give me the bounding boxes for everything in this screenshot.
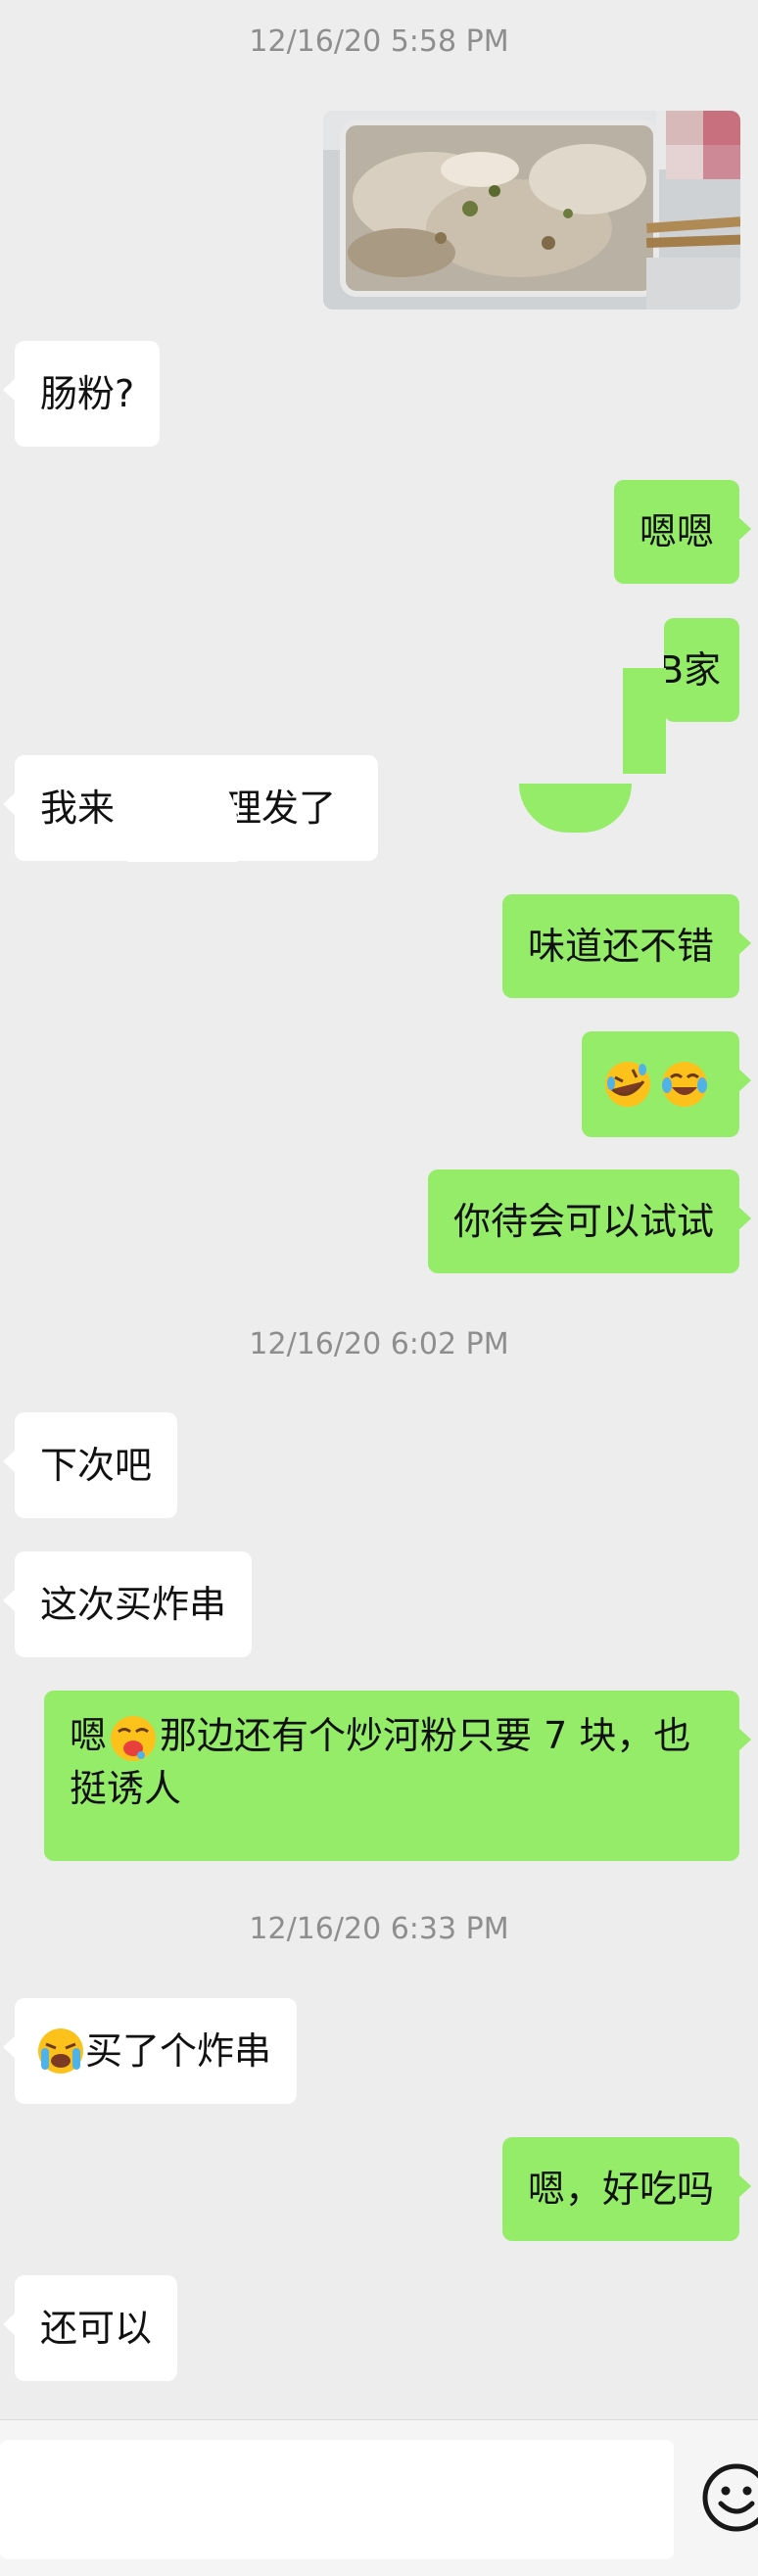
photo-message-food[interactable] [323, 111, 740, 310]
message-text-part: 理发了 [224, 787, 337, 830]
outgoing-message[interactable]: 嗯 那边还有个炒河粉只要 7 块，也挺诱人 [44, 1691, 751, 1861]
censor-mark [623, 668, 666, 774]
emoji-keyboard-icon[interactable] [701, 2462, 758, 2533]
censor-mark [519, 784, 632, 833]
outgoing-message[interactable]: 你待会可以试试 [427, 1169, 752, 1273]
incoming-message[interactable]: 这次买炸串 [2, 1551, 253, 1657]
incoming-message[interactable]: 还可以 [2, 2275, 178, 2381]
drooling-face-emoji [111, 1715, 157, 1761]
tears-of-joy-emoji [662, 1061, 707, 1107]
timestamp: 12/16/20 5:58 PM [249, 24, 509, 59]
rolling-on-floor-laughing-emoji [605, 1061, 650, 1107]
outgoing-message[interactable]: B家 [664, 618, 739, 722]
loudly-crying-emoji [38, 2027, 83, 2074]
timestamp: 12/16/20 6:02 PM [249, 1327, 509, 1361]
message-text-part: 那边还有个炒河粉只要 7 块，也挺诱人 [70, 1714, 691, 1810]
message-input[interactable] [0, 2440, 674, 2559]
outgoing-message[interactable]: 嗯，好吃吗 [501, 2137, 752, 2241]
message-text-part: 我来 [40, 787, 116, 830]
pixelated-area [666, 111, 740, 179]
incoming-message[interactable]: 下次吧 [2, 1412, 178, 1518]
input-bar [0, 2419, 758, 2576]
message-text-part: 买了个炸串 [85, 2029, 272, 2073]
incoming-message[interactable]: 肠粉? [2, 341, 161, 447]
timestamp: 12/16/20 6:33 PM [249, 1912, 509, 1946]
outgoing-message[interactable]: 嗯嗯 [613, 480, 752, 584]
incoming-message[interactable]: 买了个炸串 [2, 1998, 298, 2104]
outgoing-message-emoji[interactable] [582, 1031, 751, 1137]
message-text-part: 嗯 [70, 1714, 108, 1757]
outgoing-message[interactable]: 味道还不错 [501, 894, 752, 998]
chat-area: 12/16/20 5:58 PM 肠粉? 嗯嗯 B家 我来 理发了 味道还不错 … [0, 0, 758, 2419]
